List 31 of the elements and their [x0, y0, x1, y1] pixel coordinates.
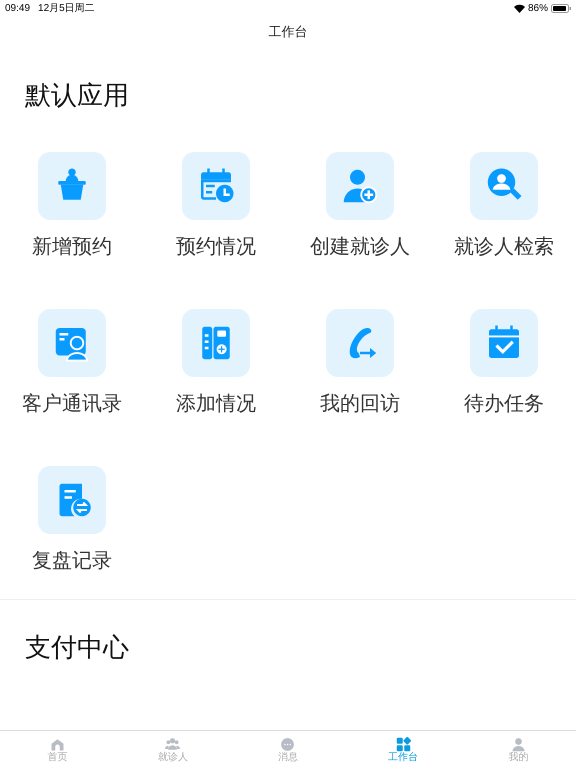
app-label: 客户通讯录	[22, 392, 122, 417]
section-heading: 默认应用	[25, 79, 130, 112]
app-label: 预约情况	[176, 235, 256, 260]
app-tile[interactable]: 我的回访	[288, 309, 432, 444]
home-icon	[50, 736, 66, 752]
user-icon	[510, 736, 526, 752]
app-label: 添加情况	[176, 392, 256, 417]
app-label: 新增预约	[32, 235, 112, 260]
page-title: 工作台	[268, 23, 308, 42]
battery-icon	[551, 4, 571, 12]
app-tile[interactable]: 新增预约	[0, 152, 144, 287]
app-label: 创建就诊人	[310, 235, 410, 260]
app-tile[interactable]: 预约情况	[144, 152, 288, 287]
status-date: 12月5日周二	[38, 2, 95, 16]
app-tile[interactable]: 待办任务	[432, 309, 576, 444]
wifi-icon	[514, 4, 525, 12]
battery-percentage: 86%	[528, 2, 548, 16]
app-label: 待办任务	[464, 392, 544, 417]
app-tile[interactable]: 创建就诊人	[288, 152, 432, 287]
grid-icon	[396, 736, 411, 752]
chat-icon	[280, 736, 296, 752]
app-label: 复盘记录	[32, 549, 112, 574]
app-label: 我的回访	[320, 392, 400, 417]
section-heading: 支付中心	[25, 631, 130, 664]
status-time: 09:49	[5, 2, 30, 16]
users-icon	[165, 736, 180, 752]
app-tile[interactable]: 复盘记录	[0, 466, 144, 601]
app-label: 就诊人检索	[454, 235, 554, 260]
app-tile[interactable]: 客户通讯录	[0, 309, 144, 444]
app-tile[interactable]: 就诊人检索	[432, 152, 576, 287]
app-tile[interactable]: 添加情况	[144, 309, 288, 444]
